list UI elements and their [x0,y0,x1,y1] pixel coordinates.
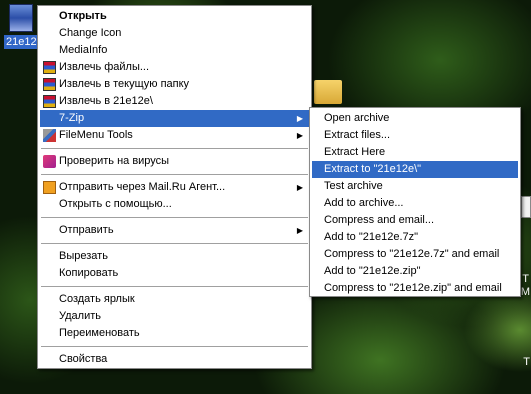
menu-item-7zip[interactable]: 7-Zip ▶ [40,110,309,127]
menu-item-label: Свойства [59,353,108,365]
submenu-arrow-icon: ▶ [296,114,303,123]
submenu-item-extract-here[interactable]: Extract Here [312,144,518,161]
menu-item-label: 7-Zip [59,112,85,124]
winrar-icon [43,95,56,108]
submenu-item-compress-7z-email[interactable]: Compress to "21e12e.7z" and email [312,246,518,263]
winrar-icon [43,61,56,74]
menu-item-cut[interactable]: Вырезать [40,248,309,265]
menu-separator [41,346,308,347]
folder-icon[interactable] [314,80,342,104]
filemenu-tools-icon [43,129,56,142]
submenu-arrow-icon: ▶ [296,131,303,140]
desktop-archive-icon[interactable]: 21e12e [4,4,45,49]
menu-item-label: Compress to "21e12e.7z" and email [324,248,500,260]
menu-separator [41,148,308,149]
submenu-item-extract-to[interactable]: Extract to "21e12e\" [312,161,518,178]
archive-file-icon [9,4,33,32]
menu-item-label: Add to "21e12e.7z" [324,231,419,243]
menu-item-label: Extract to "21e12e\" [324,163,422,175]
menu-item-create-shortcut[interactable]: Создать ярлык [40,291,309,308]
menu-item-extract-here[interactable]: Извлечь в текущую папку [40,76,309,93]
menu-item-label: Extract Here [324,146,386,158]
menu-item-label: Переименовать [59,327,140,339]
submenu-item-add-to-archive[interactable]: Add to archive... [312,195,518,212]
menu-item-virus-scan[interactable]: Проверить на вирусы [40,153,309,170]
menu-item-label: Add to "21e12e.zip" [324,265,421,277]
submenu-arrow-icon: ▶ [296,226,303,235]
menu-item-label: Test archive [324,180,383,192]
menu-item-label: Открыть с помощью... [59,198,172,210]
7zip-submenu: Open archive Extract files... Extract He… [309,107,521,297]
menu-item-label: Извлечь в текущую папку [59,78,190,90]
menu-item-label: Extract files... [324,129,391,141]
antivirus-icon [43,155,56,168]
menu-item-send-to[interactable]: Отправить ▶ [40,222,309,239]
menu-item-label: Извлечь в 21e12e\ [59,95,153,107]
menu-item-copy[interactable]: Копировать [40,265,309,282]
menu-separator [41,243,308,244]
menu-item-label: Compress to "21e12e.zip" and email [324,282,502,294]
menu-item-label: Вырезать [59,250,108,262]
menu-item-open[interactable]: Открыть [40,8,309,25]
menu-item-label: Открыть [59,10,107,22]
submenu-item-add-to-7z[interactable]: Add to "21e12e.7z" [312,229,518,246]
menu-item-properties[interactable]: Свойства [40,351,309,368]
submenu-arrow-icon: ▶ [296,183,303,192]
submenu-item-test-archive[interactable]: Test archive [312,178,518,195]
menu-item-label: Отправить [59,224,114,236]
menu-item-label: Удалить [59,310,101,322]
menu-item-label: Open archive [324,112,390,124]
menu-item-label: Проверить на вирусы [59,155,170,167]
menu-item-change-icon[interactable]: Change Icon [40,25,309,42]
mailru-agent-icon [43,181,56,194]
menu-item-label: Change Icon [59,27,122,39]
menu-item-label: FileMenu Tools [59,129,133,141]
submenu-item-compress-zip-email[interactable]: Compress to "21e12e.zip" and email [312,280,518,297]
menu-item-open-with[interactable]: Открыть с помощью... [40,196,309,213]
menu-item-label: Отправить через Mail.Ru Агент... [59,181,226,193]
menu-item-label: Копировать [59,267,119,279]
menu-item-label: Add to archive... [324,197,404,209]
menu-item-label: Извлечь файлы... [59,61,150,73]
menu-item-mediainfo[interactable]: MediaInfo [40,42,309,59]
edge-text: Т [522,273,529,285]
menu-item-extract-files[interactable]: Извлечь файлы... [40,59,309,76]
submenu-item-extract-files[interactable]: Extract files... [312,127,518,144]
menu-separator [41,286,308,287]
submenu-item-compress-email[interactable]: Compress and email... [312,212,518,229]
menu-item-label: Создать ярлык [59,293,135,305]
menu-separator [41,174,308,175]
menu-item-extract-to-folder[interactable]: Извлечь в 21e12e\ [40,93,309,110]
edge-text: M [520,286,530,298]
menu-separator [41,217,308,218]
submenu-item-add-to-zip[interactable]: Add to "21e12e.zip" [312,263,518,280]
menu-item-delete[interactable]: Удалить [40,308,309,325]
menu-item-label: MediaInfo [59,44,108,56]
context-menu: Открыть Change Icon MediaInfo Извлечь фа… [37,5,312,369]
partial-window-edge [521,196,531,218]
edge-text: T [523,356,530,368]
winrar-icon [43,78,56,91]
menu-item-send-via-mailru[interactable]: Отправить через Mail.Ru Агент... ▶ [40,179,309,196]
menu-item-label: Compress and email... [324,214,435,226]
submenu-item-open-archive[interactable]: Open archive [312,110,518,127]
menu-item-rename[interactable]: Переименовать [40,325,309,342]
menu-item-filemenu-tools[interactable]: FileMenu Tools ▶ [40,127,309,144]
